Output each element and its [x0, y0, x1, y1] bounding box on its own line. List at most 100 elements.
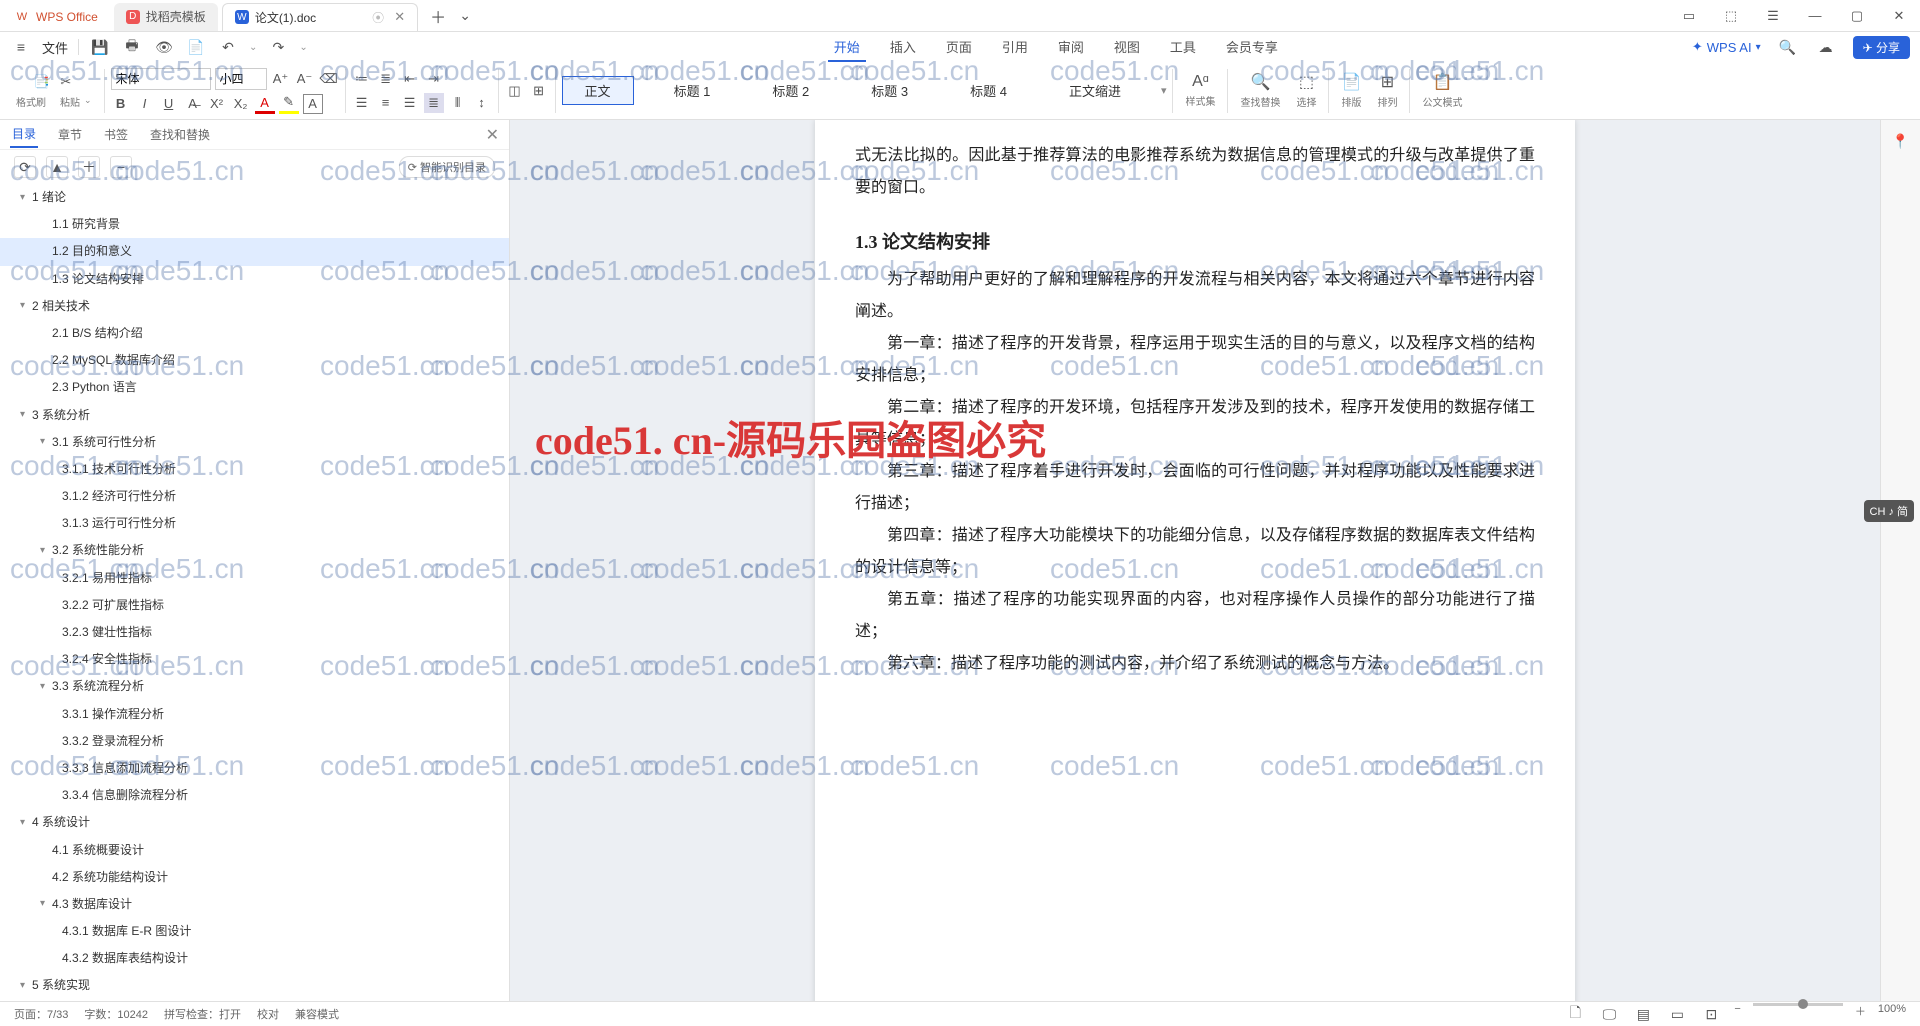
toc-item[interactable]: 3.1.2 经济可行性分析 — [0, 483, 509, 510]
underline-icon[interactable]: U — [159, 94, 179, 114]
maximize-icon[interactable]: ▢ — [1836, 0, 1878, 32]
view-read-icon[interactable]: ▭ — [1666, 1003, 1688, 1025]
align-center-icon[interactable]: ≡ — [376, 93, 396, 113]
find-group[interactable]: 🔍查找替换 — [1234, 65, 1286, 117]
layout-group[interactable]: 📄排版 — [1335, 65, 1367, 117]
format-brush[interactable]: 格式刷 — [16, 94, 46, 109]
wincube-icon[interactable]: ⬚ — [1710, 0, 1752, 32]
print-icon[interactable]: 🖶 — [121, 36, 143, 58]
wps-ai-button[interactable]: ✦WPS AI▾ — [1692, 39, 1761, 55]
doc-icon2[interactable]: 📄 — [185, 36, 207, 58]
paste-button[interactable]: 粘贴 — [60, 94, 80, 109]
zoom-label[interactable]: 100% — [1878, 1003, 1906, 1025]
styles-group[interactable]: Aᵅ样式集 — [1179, 65, 1221, 117]
copy-icon[interactable]: 📑 — [32, 72, 52, 92]
bullet-list-icon[interactable]: ≔ — [352, 69, 372, 89]
toc-item[interactable]: ▾3.3 系统流程分析 — [0, 673, 509, 700]
status-spell[interactable]: 拼写检查：打开 — [164, 1006, 241, 1022]
winuser-icon[interactable]: ☰ — [1752, 0, 1794, 32]
increase-font-icon[interactable]: A⁺ — [271, 69, 291, 89]
highlight-icon[interactable]: ✎ — [279, 94, 299, 114]
zoom-out-icon[interactable]: − — [1734, 1003, 1740, 1025]
style-h3[interactable]: 标题 3 — [849, 77, 930, 104]
shading-icon[interactable]: ◫ — [505, 81, 525, 101]
toc-item[interactable]: ▾3.2 系统性能分析 — [0, 537, 509, 564]
sidetab-toc[interactable]: 目录 — [10, 121, 38, 148]
toc-item[interactable]: ▾1 绪论 — [0, 184, 509, 211]
toc-item[interactable]: 3.2.1 易用性指标 — [0, 565, 509, 592]
menu-review[interactable]: 审阅 — [1052, 33, 1090, 62]
tab-template[interactable]: D 找稻壳模板 — [114, 3, 218, 31]
menu-tool[interactable]: 工具 — [1164, 33, 1202, 62]
dropdown-icon[interactable]: ⌄ — [454, 5, 476, 27]
subscript-icon[interactable]: X₂ — [231, 94, 251, 114]
preview-icon[interactable]: 👁 — [153, 36, 175, 58]
style-body[interactable]: 正文 — [562, 76, 634, 105]
increase-indent-icon[interactable]: ⇥ — [424, 69, 444, 89]
style-h2[interactable]: 标题 2 — [750, 77, 831, 104]
toc-item[interactable]: 4.1 系统概要设计 — [0, 837, 509, 864]
app-tab[interactable]: W WPS Office — [2, 3, 110, 31]
toc-item[interactable]: 2.3 Python 语言 — [0, 374, 509, 401]
zoom-in-icon[interactable]: ＋ — [1855, 1003, 1866, 1025]
menu-page[interactable]: 页面 — [940, 33, 978, 62]
cut-icon[interactable]: ✂ — [56, 72, 76, 92]
align-justify-icon[interactable]: ≣ — [424, 93, 444, 113]
toc-item[interactable]: 3.2.4 安全性指标 — [0, 646, 509, 673]
toc-item[interactable]: 3.3.4 信息删除流程分析 — [0, 782, 509, 809]
align-left-icon[interactable]: ☰ — [352, 93, 372, 113]
toc-up-icon[interactable]: ▲ — [46, 156, 68, 178]
view-outline-icon[interactable]: ▤ — [1632, 1003, 1654, 1025]
char-shading-icon[interactable]: A — [303, 94, 323, 114]
close-sidebar-icon[interactable]: ✕ — [486, 125, 499, 145]
number-list-icon[interactable]: ≣ — [376, 69, 396, 89]
toc-item[interactable]: ▾4.3 数据库设计 — [0, 891, 509, 918]
style-h1[interactable]: 标题 1 — [652, 77, 733, 104]
file-menu[interactable]: 文件 — [42, 38, 68, 57]
strike-icon[interactable]: A̶ — [183, 94, 203, 114]
locate-icon[interactable]: 📍 — [1890, 130, 1912, 152]
redo-icon[interactable]: ↷ — [267, 36, 289, 58]
line-spacing-icon[interactable]: ↕ — [472, 93, 492, 113]
bold-icon[interactable]: B — [111, 94, 131, 114]
view-page-icon[interactable]: 🗋 — [1564, 1003, 1586, 1025]
toc-expand-icon[interactable]: ⟳ — [14, 156, 36, 178]
status-words[interactable]: 字数：10242 — [84, 1006, 148, 1022]
align-right-icon[interactable]: ☰ — [400, 93, 420, 113]
toc-item[interactable]: 4.3.1 数据库 E-R 图设计 — [0, 918, 509, 945]
gov-group[interactable]: 📋公文模式 — [1416, 65, 1468, 117]
distribute-icon[interactable]: ⫴ — [448, 93, 468, 113]
zoom-slider[interactable] — [1798, 999, 1808, 1009]
menu-insert[interactable]: 插入 — [884, 33, 922, 62]
toc-item[interactable]: 2.1 B/S 结构介绍 — [0, 320, 509, 347]
close-icon[interactable]: ✕ — [394, 9, 405, 25]
italic-icon[interactable]: I — [135, 94, 155, 114]
align-group[interactable]: ⊞排列 — [1371, 65, 1403, 117]
document-area[interactable]: ⋮⋮ 式无法比拟的。因此基于推荐算法的电影推荐系统为数据信息的管理模式的升级与改… — [510, 120, 1880, 1001]
clear-format-icon[interactable]: ⌫ — [319, 69, 339, 89]
size-select[interactable] — [215, 68, 267, 90]
toc-item[interactable]: 3.2.3 健壮性指标 — [0, 619, 509, 646]
toc-item[interactable]: ▾3.1 系统可行性分析 — [0, 429, 509, 456]
menu-start[interactable]: 开始 — [828, 33, 866, 62]
ime-indicator[interactable]: CH ♪ 简 — [1864, 500, 1915, 522]
menu-icon[interactable]: ≡ — [10, 36, 32, 58]
toc-item[interactable]: 2.2 MySQL 数据库介绍 — [0, 347, 509, 374]
toc-item[interactable]: 4.2 系统功能结构设计 — [0, 864, 509, 891]
search-icon[interactable]: 🔍 — [1777, 36, 1799, 58]
status-proof[interactable]: 校对 — [257, 1006, 279, 1022]
sidetab-chapter[interactable]: 章节 — [56, 122, 84, 147]
font-color-icon[interactable]: A — [255, 94, 275, 114]
toc-item[interactable]: 1.3 论文结构安排 — [0, 266, 509, 293]
drag-handle-icon[interactable]: ⋮⋮ — [1202, 268, 1226, 282]
style-h4[interactable]: 标题 4 — [948, 77, 1029, 104]
zoom-fit-icon[interactable]: ⊡ — [1700, 1003, 1722, 1025]
close-window-icon[interactable]: ✕ — [1878, 0, 1920, 32]
menu-member[interactable]: 会员专享 — [1220, 33, 1284, 62]
toc-item[interactable]: 3.2.2 可扩展性指标 — [0, 592, 509, 619]
toc-item[interactable]: 3.3.2 登录流程分析 — [0, 728, 509, 755]
winbox-icon[interactable]: ▭ — [1668, 0, 1710, 32]
toc-item[interactable]: 1.1 研究背景 — [0, 211, 509, 238]
view-web-icon[interactable]: 🖵 — [1598, 1003, 1620, 1025]
minimize-icon[interactable]: — — [1794, 0, 1836, 32]
